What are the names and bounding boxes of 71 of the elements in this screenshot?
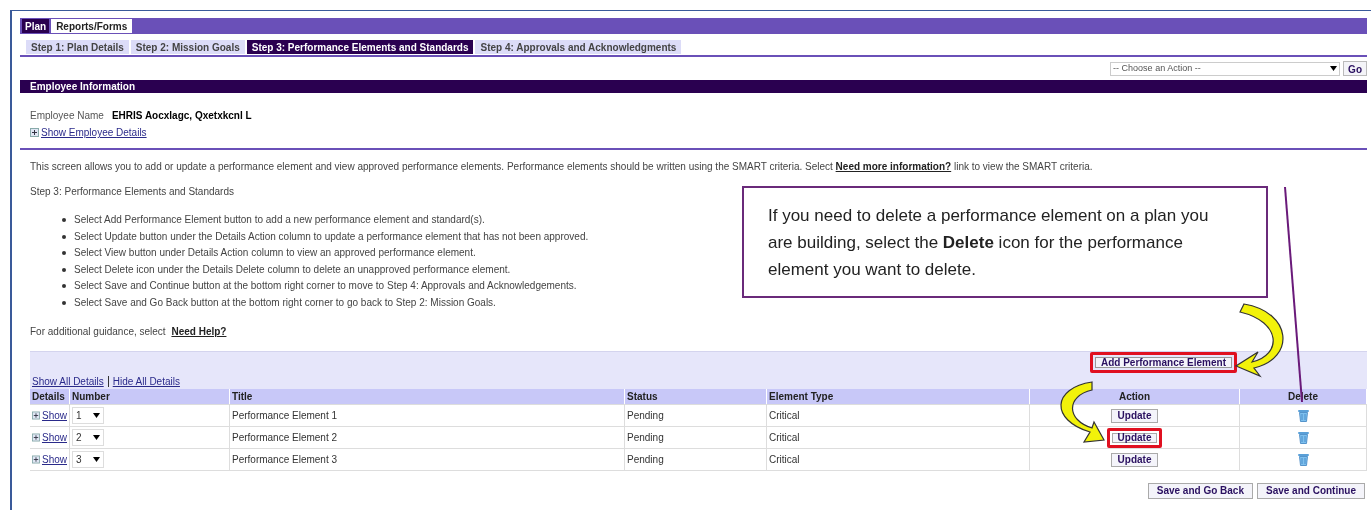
bullet-icon [62,234,66,239]
column-header: Element Type [767,389,1030,404]
need-help-link[interactable]: Need Help? [171,326,227,337]
dropdown-arrow-icon [93,457,100,462]
table-cell: Pending [625,426,767,448]
dropdown-arrow-icon [1330,66,1338,71]
instruction-text: Select View button under Details Action column to view an approved performance element. [74,246,476,260]
dropdown-arrow-icon [93,413,100,418]
intro-text: This screen allows you to add or update a performance element and view approved performance elements. Performance elements should be written using the SMART criteria. Select Need more information? link to view the SMART criteria. [29,160,1094,174]
bullet-icon [62,251,66,256]
top-tab[interactable]: Plan [22,19,50,33]
bullet-icon [62,284,66,289]
table-cell: Performance Element 3 [230,448,625,470]
info-link[interactable]: Need more information? [835,161,952,172]
employee-name: EHRIS Aocxlagc, Qxetxkcnl L [111,109,252,123]
step-tab[interactable]: Step 1: Plan Details [26,40,129,54]
add-performance-element-button[interactable]: Add Performance Element [1089,352,1237,373]
show-link[interactable]: Show [42,408,67,423]
footer-button[interactable]: Save and Go Back [1147,483,1253,499]
column-header: Title [230,389,625,404]
expand-icon[interactable] [30,128,39,137]
bullet-icon [62,300,66,305]
step-tab[interactable]: Step 4: Approvals and Acknowledgments [475,40,682,54]
bullet-icon [62,267,66,272]
trash-icon[interactable] [1297,409,1309,422]
update-button[interactable]: Update [1106,427,1163,448]
number-select[interactable]: 3 [72,451,104,468]
update-button[interactable]: Update [1110,408,1159,423]
column-header: Details [30,389,70,404]
step-heading: Step 3: Performance Elements and Standards [29,185,235,199]
field-label: Employee Name [30,109,104,123]
show-link[interactable]: Show [42,452,67,467]
instruction-text: Select Delete icon under the Details Delete column to delete an unapproved performance element. [74,262,511,277]
table-cell: Performance Element 2 [230,426,625,448]
details-link[interactable]: Show All Details [32,373,104,389]
expand-icon[interactable] [32,455,40,464]
column-header: Status [625,389,767,404]
curved-arrow [1060,381,1105,443]
trash-icon[interactable] [1297,431,1309,444]
show-link[interactable]: Show [42,430,67,445]
update-button[interactable]: Update [1110,452,1159,467]
instruction-text: Select Save and Continue button at the bottom right corner to move to Step 4: Approvals and Acknowledgements. [74,279,577,293]
number-select[interactable]: 2 [72,429,104,446]
step-tab[interactable]: Step 2: Mission Goals [130,40,245,54]
expand-icon[interactable] [32,411,40,420]
instruction-text: Select Add Performance Element button to add a new performance element and standard(s). [74,213,485,227]
column-header: Action [1030,389,1240,404]
action-select[interactable]: -- Choose an Action -- [1110,61,1341,76]
expand-icon[interactable] [32,433,40,442]
trash-icon[interactable] [1297,453,1309,466]
number-select[interactable]: 1 [72,407,104,424]
section-title: Employee Information [30,80,135,94]
step-tab[interactable]: Step 3: Performance Elements and Standards [246,40,474,54]
column-header: Number [70,389,230,404]
show-details-link[interactable]: Show Employee Details [41,125,147,140]
table-cell: Pending [625,448,767,470]
details-link[interactable]: Hide All Details [112,373,180,389]
table-cell: Critical [767,426,1030,448]
table-cell: Critical [767,448,1030,470]
dropdown-arrow-icon [93,435,100,440]
footer-button[interactable]: Save and Continue [1257,483,1365,499]
help-text: For additional guidance, select [30,326,166,337]
instruction-text: Select Update button under the Details Action column to update a performance element that has not been approved. [74,229,589,244]
go-button[interactable]: Go [1343,61,1367,76]
callout-text: If you need to delete a performance element on a plan you are building, select the Delete icon for the performance element you want to delete. [768,205,1210,281]
top-tab[interactable]: Reports/Forms [51,19,133,33]
table-cell: Pending [625,404,767,426]
table-cell: Critical [767,404,1030,426]
bullet-icon [62,218,66,223]
instruction-text: Select Save and Go Back button at the bottom right corner to go back to Step 2: Mission Goals. [74,295,496,310]
table-cell: Performance Element 1 [230,404,625,426]
